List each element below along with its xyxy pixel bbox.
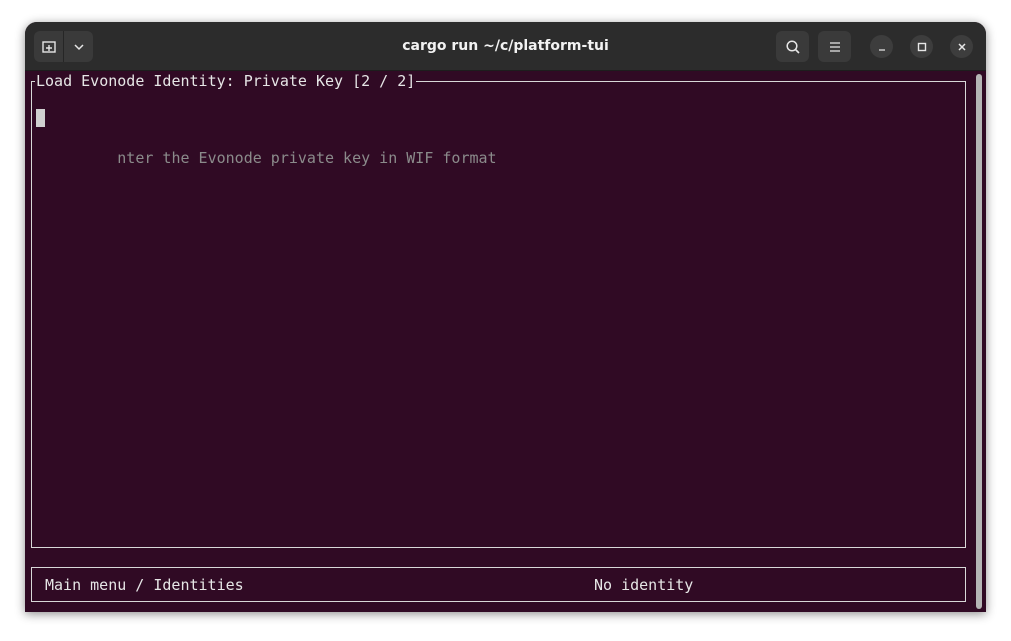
- panel-title: Load Evonode Identity: Private Key [2 / …: [35, 71, 417, 91]
- close-button[interactable]: [950, 35, 973, 58]
- status-bar: Main menu / Identities No identity: [31, 567, 966, 602]
- placeholder-rest: nter the Evonode private key in WIF form…: [117, 149, 497, 167]
- terminal-area[interactable]: Load Evonode Identity: Private Key [2 / …: [25, 71, 986, 612]
- identity-status: No identity: [594, 576, 694, 594]
- title-bar[interactable]: cargo run ~/c/platform-tui: [25, 22, 986, 71]
- private-key-input[interactable]: Enter the Evonode private key in WIF for…: [36, 108, 497, 188]
- search-icon: [785, 39, 800, 54]
- breadcrumb: Main menu / Identities: [45, 576, 244, 594]
- maximize-icon: [917, 42, 926, 51]
- hamburger-menu-icon: [829, 41, 840, 52]
- input-placeholder: Enter the Evonode private key in WIF for…: [108, 149, 496, 167]
- maximize-button[interactable]: [910, 35, 933, 58]
- minimize-button[interactable]: [870, 35, 893, 58]
- minimize-icon: [878, 48, 885, 51]
- close-icon: [957, 42, 966, 51]
- terminal-window: cargo run ~/c/platform-tui Load Evonode …: [25, 22, 986, 612]
- load-identity-panel: Load Evonode Identity: Private Key [2 / …: [31, 71, 966, 548]
- scrollbar[interactable]: [976, 74, 982, 609]
- main-menu-button[interactable]: [818, 31, 851, 62]
- text-cursor: [36, 109, 45, 127]
- search-button[interactable]: [776, 31, 809, 62]
- placeholder-first-char: E: [108, 149, 118, 167]
